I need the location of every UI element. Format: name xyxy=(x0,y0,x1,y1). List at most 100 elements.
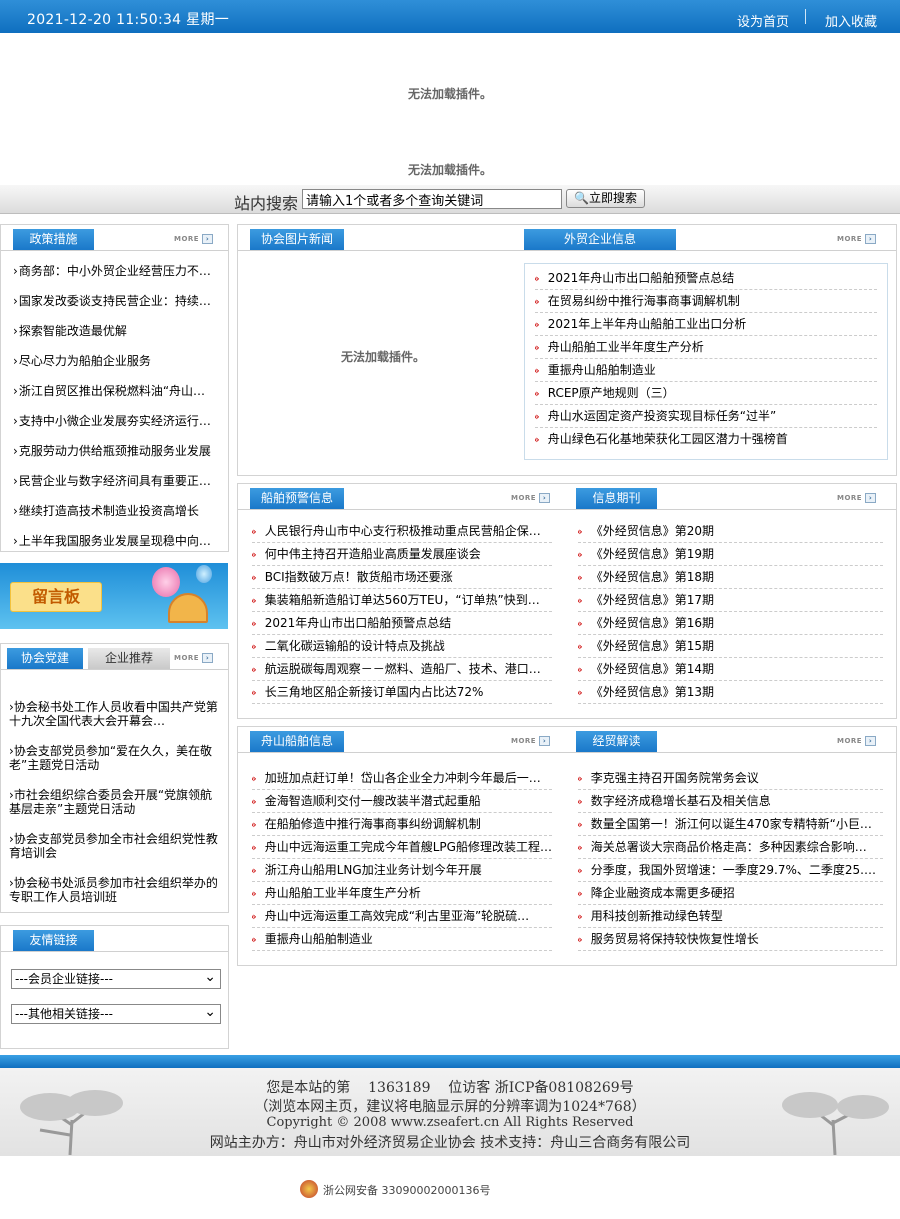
visitor-line: 您是本站的第 1363189 位访客 浙ICP备08108269号 xyxy=(266,1080,634,1096)
photo-news-title: 协会图片新闻 xyxy=(250,229,344,250)
list-item[interactable]: »人民银行舟山市中心支行积极推动重点民营船企保… xyxy=(252,520,552,543)
list-item[interactable]: »2021年舟山市出口船舶预警点总结 xyxy=(535,267,877,290)
plugin-error: 无法加载插件。 xyxy=(340,350,425,364)
list-item[interactable]: »《外经贸信息》第19期 xyxy=(578,543,883,566)
list-item[interactable]: »分季度，我国外贸增速：一季度29.7%、二季度25.… xyxy=(578,859,883,882)
list-item[interactable]: »在船舶修造中推行海事商事纠纷调解机制 xyxy=(252,813,552,836)
list-item[interactable]: »重振舟山船舶制造业 xyxy=(252,928,552,951)
list-item[interactable]: »航运脱碳每周观察－－燃料、造船厂、技术、港口… xyxy=(252,658,552,681)
list-item[interactable]: 支持中小微企业发展夯实经济运行基础 xyxy=(13,412,213,429)
search-icon: 🔍 xyxy=(574,191,589,205)
message-board-label: 留言板 xyxy=(10,582,102,612)
list-item[interactable]: »《外经贸信息》第18期 xyxy=(578,566,883,589)
list-item[interactable]: »金海智造顺利交付一艘改装半潜式起重船 xyxy=(252,790,552,813)
list-item[interactable]: »海关总署谈大宗商品价格走高：多种因素综合影响… xyxy=(578,836,883,859)
search-input[interactable] xyxy=(302,189,562,209)
plugin-error: 无法加载插件。 xyxy=(407,87,492,101)
balloon-icon xyxy=(196,565,212,583)
list-item[interactable]: »《外经贸信息》第15期 xyxy=(578,635,883,658)
list-item[interactable]: 协会支部党员参加全市社会组织党性教育培训会 xyxy=(9,832,224,860)
list-item[interactable]: 协会秘书处工作人员收看中国共产党第十九次全国代表大会开幕会… xyxy=(9,700,224,728)
divider xyxy=(805,9,806,24)
list-item[interactable]: »集装箱船新造船订单达560万TEU，“订单热”快到… xyxy=(252,589,552,612)
list-item[interactable]: 浙江自贸区推出保税燃料油“舟山价格” xyxy=(13,382,213,399)
police-record-link[interactable]: 浙公网安备 33090002000136号 xyxy=(323,1182,490,1198)
list-item[interactable]: »《外经贸信息》第16期 xyxy=(578,612,883,635)
zs-ship-title: 舟山船舶信息 xyxy=(250,731,344,752)
set-home-link[interactable]: 设为首页 xyxy=(737,11,789,30)
search-bar: 站内搜索 🔍立即搜索 xyxy=(0,185,900,214)
list-item[interactable]: »服务贸易将保持较快恢复性增长 xyxy=(578,928,883,951)
bookmark-link[interactable]: 加入收藏 xyxy=(825,11,877,30)
member-links-select[interactable]: ---会员企业链接--- xyxy=(11,968,221,989)
list-item[interactable]: »《外经贸信息》第13期 xyxy=(578,681,883,704)
list-item[interactable]: »舟山船舶工业半年度生产分析 xyxy=(535,336,877,359)
tab-party[interactable]: 协会党建 xyxy=(7,648,83,669)
list-item[interactable]: 协会支部党员参加“爱在久久，美在敬老”主题党日活动 xyxy=(9,744,224,772)
other-links-select[interactable]: ---其他相关链接--- xyxy=(11,1003,221,1024)
list-item[interactable]: »2021年上半年舟山船舶工业出口分析 xyxy=(535,313,877,336)
economy-title: 经贸解读 xyxy=(576,731,657,752)
tab-recommend[interactable]: 企业推荐 xyxy=(88,648,170,669)
footer: 您是本站的第 1363189 位访客 浙ICP备08108269号 （浏览本网主… xyxy=(0,1055,900,1219)
list-item[interactable]: 探索智能改造最优解 xyxy=(13,322,213,339)
ship-warning-more-button[interactable]: MORE › xyxy=(511,493,551,503)
host-info: 网站主办方：舟山市对外经济贸易企业协会 技术支持：舟山三合商务有限公司 xyxy=(209,1135,691,1151)
list-item[interactable]: 上半年我国服务业发展呈现稳中向好态势 xyxy=(13,532,213,549)
list-item[interactable]: »二氧化碳运输船的设计特点及挑战 xyxy=(252,635,552,658)
list-item[interactable]: 市社会组织综合委员会开展“党旗领航基层走亲”主题党日活动 xyxy=(9,788,224,816)
message-board-banner[interactable]: 留言板 xyxy=(0,563,228,629)
list-item[interactable]: »何中伟主持召开造船业高质量发展座谈会 xyxy=(252,543,552,566)
list-item[interactable]: »舟山水运固定资产投资实现目标任务“过半” xyxy=(535,405,877,428)
list-item[interactable]: 克服劳动力供给瓶颈推动服务业发展 xyxy=(13,442,213,459)
list-item[interactable]: »BCI指数破万点！散货船市场还要涨 xyxy=(252,566,552,589)
list-item[interactable]: »降企业融资成本需更多硬招 xyxy=(578,882,883,905)
list-item[interactable]: 尽心尽力为船舶企业服务 xyxy=(13,352,213,369)
list-item[interactable]: »在贸易纠纷中推行海事商事调解机制 xyxy=(535,290,877,313)
zs-economy-panel: 舟山船舶信息 MORE› 经贸解读 MORE› »加班加点赶订单！岱山各企业全力… xyxy=(237,726,897,966)
list-item[interactable]: »浙江舟山船用LNG加注业务计划今年开展 xyxy=(252,859,552,882)
search-button[interactable]: 🔍立即搜索 xyxy=(566,189,645,208)
icp-link[interactable]: 浙ICP备08108269号 xyxy=(495,1080,634,1096)
list-item[interactable]: »重振舟山船舶制造业 xyxy=(535,359,877,382)
zs-ship-more-button[interactable]: MORE › xyxy=(511,736,551,746)
arrow-right-icon: › xyxy=(539,736,551,746)
arrow-right-icon: › xyxy=(202,234,214,244)
arrow-right-icon: › xyxy=(865,234,877,244)
list-item[interactable]: 协会秘书处派员参加市社会组织举办的专职工作人员培训班 xyxy=(9,876,224,904)
periodical-more-button[interactable]: MORE › xyxy=(837,493,877,503)
search-label: 站内搜索 xyxy=(234,194,299,213)
list-item[interactable]: »李克强主持召开国务院常务会议 xyxy=(578,767,883,790)
ship-periodical-panel: 船舶预警信息 MORE› 信息期刊 MORE› »人民银行舟山市中心支行积极推动… xyxy=(237,483,897,719)
list-item[interactable]: 继续打造高技术制造业投资高增长 xyxy=(13,502,213,519)
list-item[interactable]: »用科技创新推动绿色转型 xyxy=(578,905,883,928)
list-item[interactable]: »RCEP原产地规则（三） xyxy=(535,382,877,405)
list-item[interactable]: »2021年舟山市出口船舶预警点总结 xyxy=(252,612,552,635)
foreign-more-button[interactable]: MORE › xyxy=(837,234,877,244)
arrow-right-icon: › xyxy=(865,493,877,503)
list-item[interactable]: »数字经济成稳增长基石及相关信息 xyxy=(578,790,883,813)
list-item[interactable]: »舟山绿色石化基地荣获化工园区潜力十强榜首 xyxy=(535,428,877,451)
list-item[interactable]: »《外经贸信息》第17期 xyxy=(578,589,883,612)
top-bar: 2021-12-20 11:50:34 星期一 设为首页 加入收藏 xyxy=(0,0,900,33)
footer-strip xyxy=(0,1055,900,1068)
links-panel: 友情链接 ---会员企业链接--- ---其他相关链接--- xyxy=(0,925,229,1049)
list-item[interactable]: »《外经贸信息》第20期 xyxy=(578,520,883,543)
list-item[interactable]: 商务部：中小外贸企业经营压力不断加大 xyxy=(13,262,213,279)
party-more-button[interactable]: MORE › xyxy=(174,653,214,663)
list-item[interactable]: »舟山中远海运重工高效完成“利古里亚海”轮脱硫… xyxy=(252,905,552,928)
policy-panel: 政策措施 MORE› 商务部：中小外贸企业经营压力不断加大 国家发改委谈支持民营… xyxy=(0,224,229,552)
list-item[interactable]: »《外经贸信息》第14期 xyxy=(578,658,883,681)
list-item[interactable]: 国家发改委谈支持民营企业：持续推进 xyxy=(13,292,213,309)
list-item[interactable]: 民营企业与数字经济间具有重要正向关系 xyxy=(13,472,213,489)
list-item[interactable]: »数量全国第一！浙江何以诞生470家专精特新“小巨… xyxy=(578,813,883,836)
list-item[interactable]: »加班加点赶订单！岱山各企业全力冲刺今年最后一… xyxy=(252,767,552,790)
arrow-right-icon: › xyxy=(539,493,551,503)
list-item[interactable]: »长三角地区船企新接订单国内占比达72% xyxy=(252,681,552,704)
list-item[interactable]: »舟山船舶工业半年度生产分析 xyxy=(252,882,552,905)
arrow-right-icon: › xyxy=(202,653,214,663)
links-title: 友情链接 xyxy=(13,930,94,951)
economy-more-button[interactable]: MORE › xyxy=(837,736,877,746)
policy-more-button[interactable]: MORE › xyxy=(174,234,214,244)
list-item[interactable]: »舟山中远海运重工完成今年首艘LPG船修理改装工程… xyxy=(252,836,552,859)
